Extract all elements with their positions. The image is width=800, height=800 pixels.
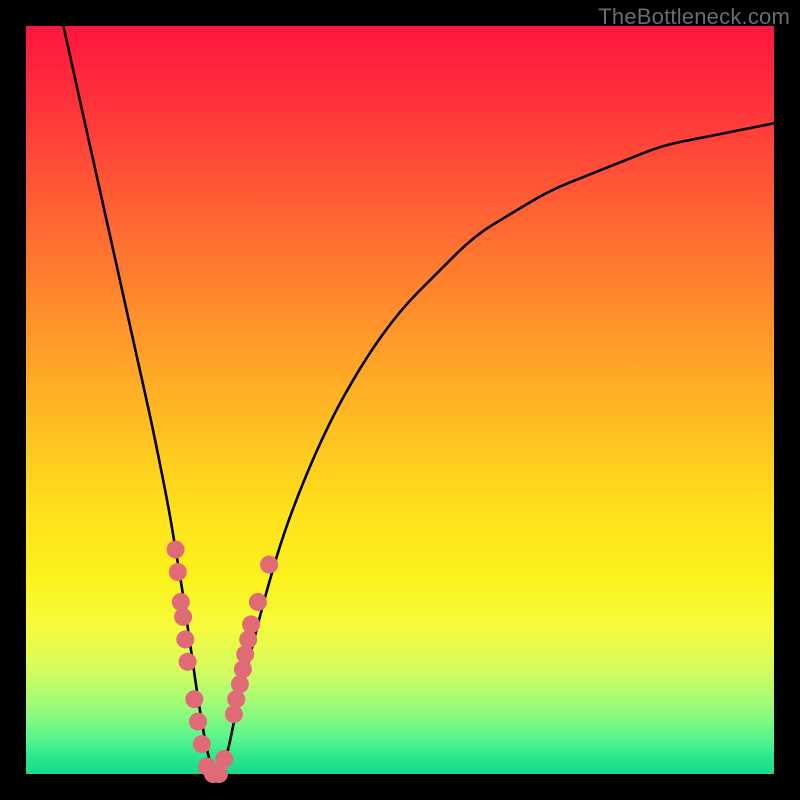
data-point xyxy=(179,653,197,671)
data-point xyxy=(215,750,233,768)
data-point xyxy=(189,713,207,731)
plot-area xyxy=(26,26,774,774)
data-point-markers xyxy=(167,541,279,783)
data-point xyxy=(236,645,254,663)
data-point xyxy=(239,630,257,648)
data-point xyxy=(169,563,187,581)
data-point xyxy=(227,690,245,708)
data-point xyxy=(260,556,278,574)
data-point xyxy=(249,593,267,611)
data-point xyxy=(176,630,194,648)
data-point xyxy=(242,615,260,633)
data-point xyxy=(193,735,211,753)
data-point xyxy=(231,675,249,693)
data-point xyxy=(167,541,185,559)
data-point xyxy=(185,690,203,708)
data-point xyxy=(174,608,192,626)
chart-frame: TheBottleneck.com xyxy=(0,0,800,800)
curve-layer xyxy=(26,26,774,774)
bottleneck-curve xyxy=(63,26,774,774)
